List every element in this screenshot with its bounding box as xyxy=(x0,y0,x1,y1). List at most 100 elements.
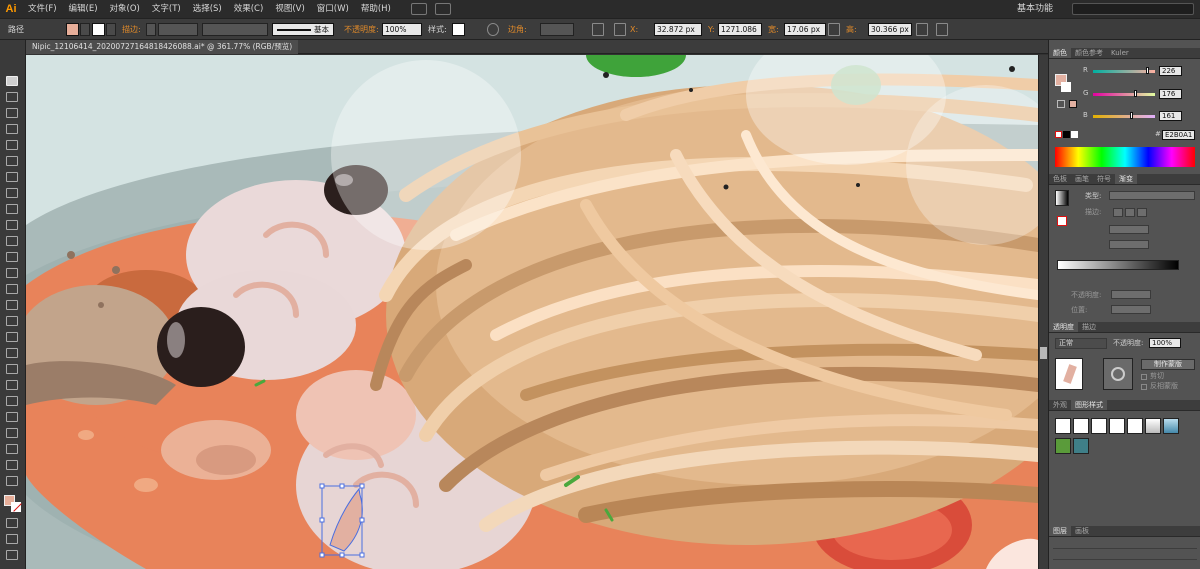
menu-object[interactable]: 对象(O) xyxy=(104,0,146,18)
y-field[interactable]: 1271.086 xyxy=(718,23,762,36)
screen-mode-icon[interactable] xyxy=(6,550,18,560)
align-icon[interactable] xyxy=(592,23,604,36)
stroke-dropdown[interactable] xyxy=(106,23,116,36)
menu-view[interactable]: 视图(V) xyxy=(269,0,310,18)
web-safe-color-swatch[interactable] xyxy=(1069,100,1077,108)
color-stroke-box[interactable] xyxy=(1061,82,1071,92)
x-field[interactable]: 32.872 px xyxy=(654,23,702,36)
menu-file[interactable]: 文件(F) xyxy=(22,0,63,18)
style-swatch-3[interactable] xyxy=(1091,418,1107,434)
width-tool-icon[interactable] xyxy=(6,284,18,294)
style-swatch-6[interactable] xyxy=(1145,418,1161,434)
tab-kuler[interactable]: Kuler xyxy=(1107,48,1133,58)
menu-help[interactable]: 帮助(H) xyxy=(355,0,397,18)
gradient-tool-icon[interactable] xyxy=(6,364,18,374)
stroke-color-swatch[interactable] xyxy=(92,23,105,36)
stroke-gradient-option-2[interactable] xyxy=(1125,208,1135,217)
gradient-thumbnail[interactable] xyxy=(1055,190,1069,206)
style-swatch-default[interactable] xyxy=(1055,418,1071,434)
panel-menu-icon[interactable] xyxy=(936,23,948,36)
width-label[interactable]: 宽: xyxy=(768,23,779,36)
gradient-opacity-field[interactable] xyxy=(1111,290,1151,299)
free-transform-tool-icon[interactable] xyxy=(6,300,18,310)
height-field[interactable]: 30.366 px xyxy=(868,23,912,36)
b-slider[interactable] xyxy=(1093,115,1155,118)
brush-definition[interactable]: 基本 xyxy=(272,23,334,36)
corner-radius-field[interactable] xyxy=(540,23,574,36)
artwork-illustration[interactable] xyxy=(26,55,1038,569)
shape-builder-tool-icon[interactable] xyxy=(6,316,18,326)
tab-swatches[interactable]: 色板 xyxy=(1049,174,1071,184)
eyedropper-tool-icon[interactable] xyxy=(6,380,18,390)
fill-dropdown[interactable] xyxy=(80,23,90,36)
perspective-grid-tool-icon[interactable] xyxy=(6,332,18,342)
color-spectrum[interactable] xyxy=(1055,147,1195,167)
gradient-position-field[interactable] xyxy=(1111,305,1151,314)
tab-color-guide[interactable]: 颜色参考 xyxy=(1071,48,1107,58)
tab-brushes[interactable]: 画笔 xyxy=(1071,174,1093,184)
r-slider-thumb[interactable] xyxy=(1145,67,1149,74)
menu-select[interactable]: 选择(S) xyxy=(187,0,228,18)
color-mode-icon[interactable] xyxy=(6,518,18,528)
stroke-weight-field[interactable] xyxy=(158,23,198,36)
b-value-field[interactable]: 161 xyxy=(1159,111,1182,121)
column-graph-tool-icon[interactable] xyxy=(6,428,18,438)
menu-window[interactable]: 窗口(W) xyxy=(311,0,355,18)
rotate-tool-icon[interactable] xyxy=(6,252,18,262)
recolor-artwork-icon[interactable] xyxy=(487,23,499,36)
artboard-tool-icon[interactable] xyxy=(6,444,18,454)
bridge-icon[interactable] xyxy=(434,3,451,15)
artboard-canvas[interactable] xyxy=(26,55,1038,569)
fill-color-swatch[interactable] xyxy=(66,23,79,36)
mask-thumbnail[interactable] xyxy=(1103,358,1133,390)
y-label[interactable]: Y: xyxy=(708,23,715,36)
blob-brush-tool-icon[interactable] xyxy=(6,220,18,230)
menu-type[interactable]: 文字(T) xyxy=(146,0,187,18)
paintbrush-tool-icon[interactable] xyxy=(6,188,18,198)
none-color-swatch[interactable] xyxy=(1055,131,1062,138)
out-of-gamut-icon[interactable] xyxy=(1057,100,1065,108)
type-tool-icon[interactable] xyxy=(6,140,18,150)
white-color-swatch[interactable] xyxy=(1071,131,1078,138)
hand-tool-icon[interactable] xyxy=(6,460,18,470)
line-tool-icon[interactable] xyxy=(6,156,18,166)
stroke-weight-label[interactable]: 描边: xyxy=(122,23,141,36)
height-label[interactable]: 高: xyxy=(846,23,857,36)
style-swatch-9[interactable] xyxy=(1073,438,1089,454)
draw-mode-icon[interactable] xyxy=(6,534,18,544)
blend-mode-dropdown[interactable]: 正常 xyxy=(1055,338,1107,349)
scale-tool-icon[interactable] xyxy=(6,268,18,278)
document-tab[interactable]: Nipic_12106414_20200727164818426088.ai* … xyxy=(26,40,299,54)
style-swatch-7[interactable] xyxy=(1163,418,1179,434)
zoom-tool-icon[interactable] xyxy=(6,476,18,486)
help-search-input[interactable] xyxy=(1072,3,1194,15)
gradient-angle-field[interactable] xyxy=(1109,225,1149,234)
gradient-aspect-field[interactable] xyxy=(1109,240,1149,249)
tab-color[interactable]: 颜色 xyxy=(1049,48,1071,58)
vertical-scrollbar[interactable] xyxy=(1038,55,1048,569)
x-label[interactable]: X: xyxy=(630,23,638,36)
tab-symbols[interactable]: 符号 xyxy=(1093,174,1115,184)
stroke-swatch[interactable] xyxy=(11,502,21,512)
layer-row[interactable] xyxy=(1053,540,1197,549)
tab-layers[interactable]: 图层 xyxy=(1049,526,1071,536)
b-slider-thumb[interactable] xyxy=(1130,112,1134,119)
selection-tool-icon[interactable] xyxy=(6,76,18,86)
arrange-documents-icon[interactable] xyxy=(410,3,427,15)
variable-width-profile[interactable] xyxy=(202,23,268,36)
tab-gradient[interactable]: 渐变 xyxy=(1115,174,1137,184)
black-color-swatch[interactable] xyxy=(1063,131,1070,138)
style-swatch-4[interactable] xyxy=(1109,418,1125,434)
style-swatch-2[interactable] xyxy=(1073,418,1089,434)
constrain-proportions-icon[interactable] xyxy=(828,23,840,36)
style-swatch-8[interactable] xyxy=(1055,438,1071,454)
g-slider-thumb[interactable] xyxy=(1133,90,1137,97)
g-value-field[interactable]: 176 xyxy=(1159,89,1182,99)
reference-point-icon[interactable] xyxy=(614,23,626,36)
pencil-tool-icon[interactable] xyxy=(6,204,18,214)
transform-icon[interactable] xyxy=(916,23,928,36)
mesh-tool-icon[interactable] xyxy=(6,348,18,358)
rectangle-tool-icon[interactable] xyxy=(6,172,18,182)
tab-stroke[interactable]: 描边 xyxy=(1078,322,1100,332)
pen-tool-icon[interactable] xyxy=(6,124,18,134)
